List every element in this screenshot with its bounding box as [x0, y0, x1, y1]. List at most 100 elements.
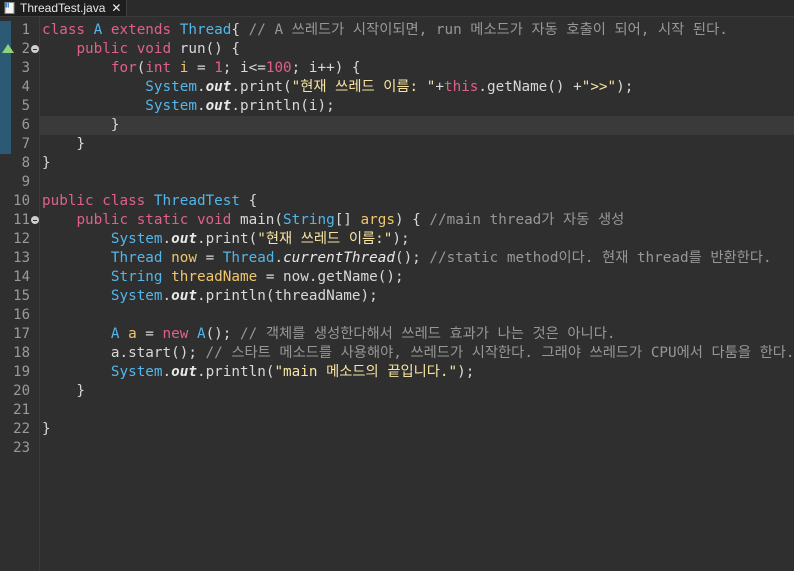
code-token-plain: . [196, 288, 206, 304]
code-token-type: String [110, 269, 172, 285]
line-number: 22 [11, 420, 39, 439]
code-line[interactable]: Thread now = Thread.currentThread(); //s… [40, 249, 794, 268]
collapse-minus-icon[interactable] [31, 45, 39, 53]
code-token-plain: [] [334, 212, 361, 228]
line-number-label: 8 [21, 155, 30, 171]
java-file-icon: J [4, 2, 15, 14]
code-area[interactable]: class A extends Thread{ // A 쓰레드가 시작이되면,… [40, 17, 794, 571]
code-token-type: ThreadTest [153, 193, 249, 209]
code-token-plain: ); [616, 79, 634, 95]
code-token-plain: { [248, 193, 258, 209]
code-line[interactable]: } [40, 154, 794, 173]
code-token-plain: ( [248, 231, 258, 247]
line-number: 8 [11, 154, 39, 173]
code-token-plain: . [196, 231, 206, 247]
code-line[interactable]: a.start(); // 스타트 메소드를 사용해야, 쓰레드가 시작한다. … [40, 344, 794, 363]
line-number: 9 [11, 173, 39, 192]
code-line[interactable]: System.out.println(threadName); [40, 287, 794, 306]
code-token-type: System [145, 98, 197, 114]
code-line[interactable]: public class ThreadTest { [40, 192, 794, 211]
code-token-method: println [240, 98, 301, 114]
code-line[interactable] [40, 439, 794, 458]
code-line[interactable]: } [40, 420, 794, 439]
code-line[interactable] [40, 401, 794, 420]
line-number-label: 16 [13, 307, 30, 323]
code-token-cmt: // 객체를 생성한다해서 쓰레드 효과가 나는 것은 아니다. [240, 326, 616, 342]
editor-tab-bar: J ThreadTest.java ✕ [0, 0, 794, 17]
code-line[interactable]: A a = new A(); // 객체를 생성한다해서 쓰레드 효과가 나는 … [40, 325, 794, 344]
code-token-plain: } [42, 421, 51, 437]
line-number-label: 4 [21, 79, 30, 95]
line-number: 11 [11, 211, 39, 230]
code-token-type: Thread [179, 22, 232, 38]
code-token-plain: .getName() + [478, 79, 582, 95]
line-number-label: 18 [13, 345, 30, 361]
line-number-label: 17 [13, 326, 30, 342]
line-number: 17 [11, 325, 39, 344]
line-number: 19 [11, 363, 39, 382]
code-token-plain: } [42, 117, 120, 133]
line-number: 23 [11, 439, 39, 458]
code-token-plain: a.start(); [42, 345, 206, 361]
line-number: 13 [11, 249, 39, 268]
code-line[interactable]: System.out.print("현재 쓰레드 이름: "+this.getN… [40, 78, 794, 97]
line-number: 15 [11, 287, 39, 306]
code-token-cmt: //main thread가 자동 생성 [429, 212, 625, 228]
code-token-plain: . [162, 231, 172, 247]
code-token-cmt: // A 쓰레드가 시작이되면, run 메소드가 자동 호출이 되어, 시작 … [248, 22, 728, 38]
code-line[interactable]: for(int i = 1; i<=100; i++) { [40, 59, 794, 78]
code-line[interactable]: public void run() { [40, 40, 794, 59]
code-line[interactable]: } [40, 382, 794, 401]
line-number: 14 [11, 268, 39, 287]
close-tab-icon[interactable]: ✕ [111, 0, 121, 16]
code-token-method: println [205, 288, 266, 304]
code-token-kw: int [145, 60, 180, 76]
code-token-plain: = [196, 250, 223, 266]
tab-threadtest-java[interactable]: J ThreadTest.java ✕ [0, 0, 127, 16]
override-triangle-icon[interactable] [2, 44, 14, 53]
code-token-method: print [205, 231, 249, 247]
code-token-str: ">>" [581, 79, 617, 95]
code-token-kw: public static void [76, 212, 240, 228]
code-line[interactable] [40, 173, 794, 192]
code-token-type: Thread [110, 250, 172, 266]
code-token-str: "현재 쓰레드 이름:" [257, 231, 393, 247]
line-number: 10 [11, 192, 39, 211]
code-token-plain: (); [394, 250, 430, 266]
collapse-minus-icon[interactable] [31, 216, 39, 224]
code-token-type: A [110, 326, 129, 342]
ruler-marker [0, 21, 11, 154]
code-token-type: System [110, 288, 163, 304]
code-line[interactable]: System.out.print("현재 쓰레드 이름:"); [40, 230, 794, 249]
code-line[interactable]: String threadName = now.getName(); [40, 268, 794, 287]
code-token-plain: . [274, 250, 284, 266]
line-number-label: 15 [13, 288, 30, 304]
code-line[interactable]: public static void main(String[] args) {… [40, 211, 794, 230]
code-token-plain: = [188, 60, 215, 76]
code-line[interactable]: System.out.println("main 메소드의 끝입니다."); [40, 363, 794, 382]
line-number: 6 [11, 116, 39, 135]
code-line[interactable]: class A extends Thread{ // A 쓰레드가 시작이되면,… [40, 21, 794, 40]
code-token-plain: ) { [394, 212, 430, 228]
code-token-plain: . [231, 79, 240, 95]
code-token-plain: . [231, 98, 240, 114]
code-token-str: "현재 쓰레드 이름: " [291, 79, 436, 95]
code-line[interactable]: System.out.println(i); [40, 97, 794, 116]
line-number-label: 13 [13, 250, 30, 266]
code-token-method: run [179, 41, 206, 57]
code-line[interactable] [40, 306, 794, 325]
code-token-plain: ( [274, 212, 284, 228]
line-number: 12 [11, 230, 39, 249]
code-editor[interactable]: 1 2 3 4 5 6 7 8 9 10 11 12 13 14 15 16 17 18 19 20 21 22 23 cl… [0, 17, 794, 571]
code-token-kw: new [162, 326, 197, 342]
line-number-label: 9 [21, 174, 30, 190]
code-line[interactable]: } [40, 135, 794, 154]
code-line[interactable]: } [40, 116, 794, 135]
line-number-label: 6 [21, 117, 30, 133]
code-token-plain: = [136, 326, 163, 342]
